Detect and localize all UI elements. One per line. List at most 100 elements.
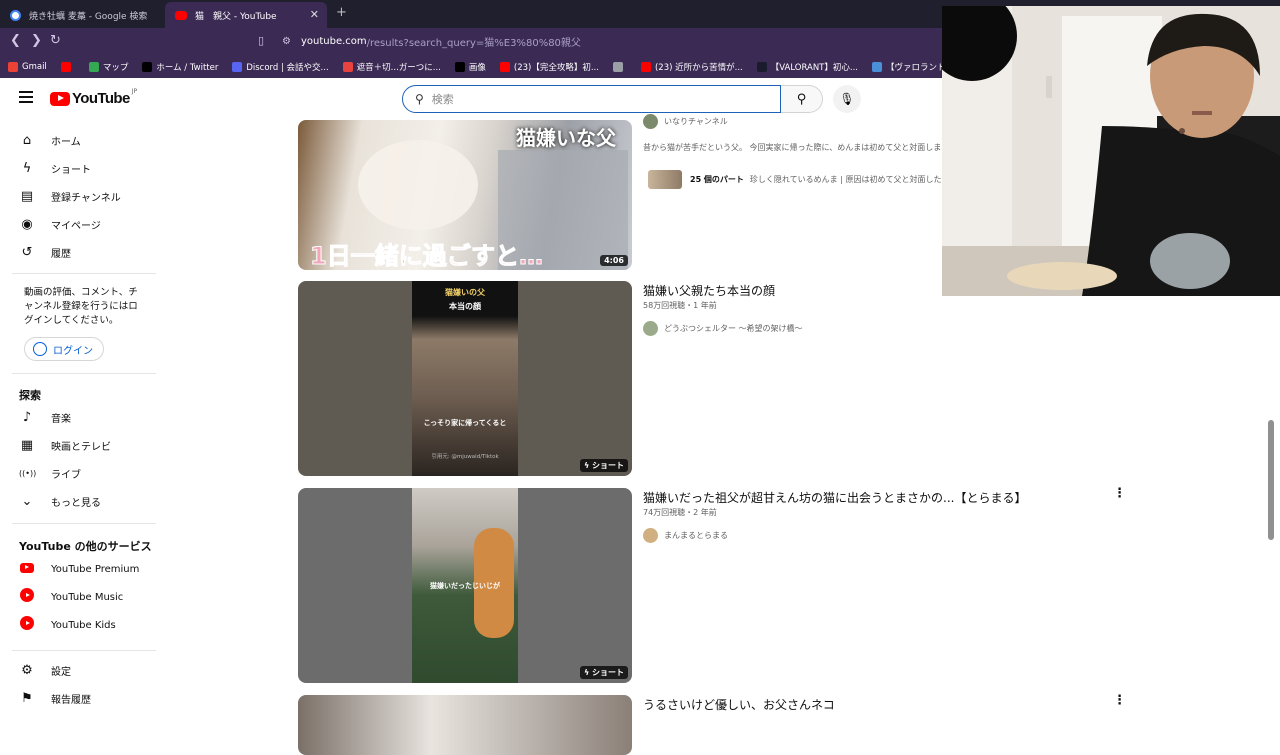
close-tab-icon[interactable]: ✕ [310, 8, 319, 21]
login-button[interactable]: ログイン [24, 337, 104, 361]
sidebar: 動画の評価、コメント、チャンネル登録を行うにはログインしてください。 ログイン … [0, 120, 160, 720]
bookmark-item[interactable] [60, 62, 75, 72]
short-frame: 猫嫌いの父 本当の顔 こっそり家に帰ってくると 引用元: @mjuwaid/Ti… [412, 281, 518, 476]
thumbnail-caption: 1日一緒に過ごすと… [310, 242, 544, 271]
sidebar-item-youtube-kids[interactable]: YouTube Kids [0, 611, 156, 639]
bookmark-item[interactable] [612, 62, 627, 72]
live-icon: ((•)) [19, 468, 37, 478]
sidebar-item-label: マイページ [51, 220, 101, 232]
bookmark-icon [871, 62, 882, 72]
search-placeholder: 検索 [431, 93, 454, 106]
video-title[interactable]: 猫嫌い父親たち本当の顔 [643, 282, 775, 299]
bookmark-item[interactable]: 画像 [454, 61, 486, 73]
sidebar-divider [12, 650, 156, 651]
youtube-icon [640, 62, 651, 72]
channel-link[interactable]: いなりチャンネル [643, 114, 728, 129]
thumbnail-caption: 本当の顔 [449, 302, 481, 311]
new-tab-button[interactable]: + [336, 5, 347, 20]
sidebar-item-settings[interactable]: ⚙ 設定 [0, 656, 156, 684]
video-title[interactable]: うるさいけど優しい、お父さんネコ [643, 696, 835, 713]
channel-name: まんまるとらまる [664, 531, 728, 540]
reload-icon[interactable]: ↻ [50, 33, 61, 48]
bookmark-label: (23)【完全攻略】初... [513, 63, 599, 73]
bookmark-item[interactable]: 【VALORANT】初心... [756, 61, 858, 73]
chevron-down-icon: ⌄ [21, 493, 33, 509]
tab-google-search[interactable]: 焼き牡蠣 麦藁 - Google 検索 [0, 2, 165, 28]
video-description: 昔から猫が苦手だという父。 今回実家に帰った際に、めんまは初めて父と対面しま [643, 143, 942, 152]
bookmark-item[interactable]: 遮音＋切...ガーつに... [342, 61, 441, 73]
bookmark-item[interactable]: (23) 近所から苦情が... [640, 61, 743, 73]
sidebar-item-subscriptions[interactable]: ▤ 登録チャンネル [0, 182, 156, 210]
forward-icon[interactable]: ❯ [31, 33, 42, 48]
subscriptions-icon: ▤ [20, 188, 34, 204]
microphone-icon: 🎙 [839, 92, 855, 106]
more-actions-icon[interactable]: ⋮ [1113, 693, 1126, 708]
settings-icon: ⚙ [21, 662, 33, 678]
sidebar-item-music[interactable]: ♪ 音楽 [0, 403, 156, 431]
sidebar-item-label: YouTube Premium [51, 563, 140, 575]
video-thumbnail[interactable]: 猫嫌いだったじいじが ϟ ショート [298, 488, 632, 683]
chapter-count: 25 個のパート [690, 175, 744, 184]
flag-icon: ⚑ [21, 690, 33, 706]
video-title[interactable]: 猫嫌いだった祖父が超甘えん坊の猫に出会うとまさかの...【とらまる】 [643, 489, 1026, 506]
sidebar-divider [12, 523, 156, 524]
sidebar-item-account[interactable]: ◉ マイページ [0, 210, 156, 238]
site-info-icon[interactable]: ⚙ [282, 36, 291, 47]
channel-link[interactable]: まんまるとらまる [643, 528, 728, 543]
more-actions-icon[interactable]: ⋮ [1113, 486, 1126, 501]
search-input[interactable]: ⚲ 検索 [402, 85, 781, 113]
sidebar-item-live[interactable]: ((•)) ライブ [0, 459, 156, 487]
video-meta: 74万回視聴・2 年前 [643, 508, 717, 517]
chapters-row[interactable]: 25 個のパート 珍しく隠れているめんま | 原因は初めて父と対面したか [648, 170, 943, 189]
duration-badge: 4:06 [600, 255, 628, 266]
youtube-premium-icon [19, 562, 35, 577]
bookmark-item[interactable]: ホーム / Twitter [142, 61, 218, 73]
back-icon[interactable]: ❮ [10, 33, 21, 48]
sidebar-item-chevron-down[interactable]: ⌄ もっと見る [0, 487, 156, 515]
youtube-logo[interactable]: YouTube JP [50, 88, 138, 107]
shorts-badge: ϟ ショート [579, 459, 628, 472]
bookmark-item[interactable]: マップ [88, 61, 129, 73]
search-button[interactable]: ⚲ [781, 85, 823, 113]
scrollbar[interactable] [1268, 420, 1274, 540]
channel-name: いなりチャンネル [664, 117, 728, 126]
bookmark-item[interactable]: Gmail [8, 62, 47, 72]
video-thumbnail[interactable]: 猫嫌いな父 1日一緒に過ごすと… 4:06 [298, 120, 632, 270]
webcam-overlay [942, 6, 1280, 296]
sidebar-item-shorts[interactable]: ϟ ショート [0, 154, 156, 182]
movies-icon: ▦ [20, 437, 34, 453]
video-thumbnail[interactable] [298, 695, 632, 755]
search-icon: ⚲ [796, 92, 807, 107]
explore-heading: 探索 [19, 389, 41, 402]
sidebar-item-youtube-premium[interactable]: YouTube Premium [0, 555, 156, 583]
sidebar-item-home[interactable]: ⌂ ホーム [0, 126, 156, 154]
channel-link[interactable]: どうぶつシェルター 〜希望の架け橋〜 [643, 321, 803, 336]
sidebar-item-label: ホーム [51, 136, 81, 148]
sidebar-item-flag[interactable]: ⚑ 報告履歴 [0, 684, 156, 712]
bookmark-icon [342, 62, 353, 72]
more-services-heading: YouTube の他のサービス [19, 540, 152, 553]
sidebar-item-history[interactable]: ↺ 履歴 [0, 238, 156, 266]
bookmark-label: マップ [102, 63, 129, 73]
menu-icon[interactable] [19, 91, 33, 106]
home-icon: ⌂ [22, 132, 32, 148]
tab-title: 猫 親父 - YouTube [195, 11, 277, 22]
url-field[interactable]: ⚙ youtube.com/results?search_query=猫%E3%… [282, 34, 581, 49]
badge-label: ショート [592, 668, 624, 677]
bookmark-item[interactable]: Discord | 会話や交... [232, 61, 329, 73]
thumbnail-credit: 引用元: @mjuwaid/Tiktok [431, 454, 499, 460]
history-icon: ↺ [21, 244, 33, 260]
bookmark-page-icon[interactable]: ▯ [258, 34, 264, 47]
channel-name: どうぶつシェルター 〜希望の架け橋〜 [664, 324, 803, 333]
avatar [643, 114, 658, 129]
voice-search-button[interactable]: 🎙 [833, 85, 861, 113]
sidebar-item-youtube-music[interactable]: YouTube Music [0, 583, 156, 611]
bookmark-item[interactable]: (23)【完全攻略】初... [499, 61, 599, 73]
sidebar-item-label: ライブ [51, 469, 81, 481]
tab-youtube[interactable]: 猫 親父 - YouTube ✕ [165, 2, 327, 28]
sidebar-item-movies[interactable]: ▦ 映画とテレビ [0, 431, 156, 459]
logo-text: YouTube [72, 90, 130, 107]
video-thumbnail[interactable]: 猫嫌いの父 本当の顔 こっそり家に帰ってくると 引用元: @mjuwaid/Ti… [298, 281, 632, 476]
logo-region: JP [131, 88, 138, 95]
gmail-icon [8, 62, 18, 72]
